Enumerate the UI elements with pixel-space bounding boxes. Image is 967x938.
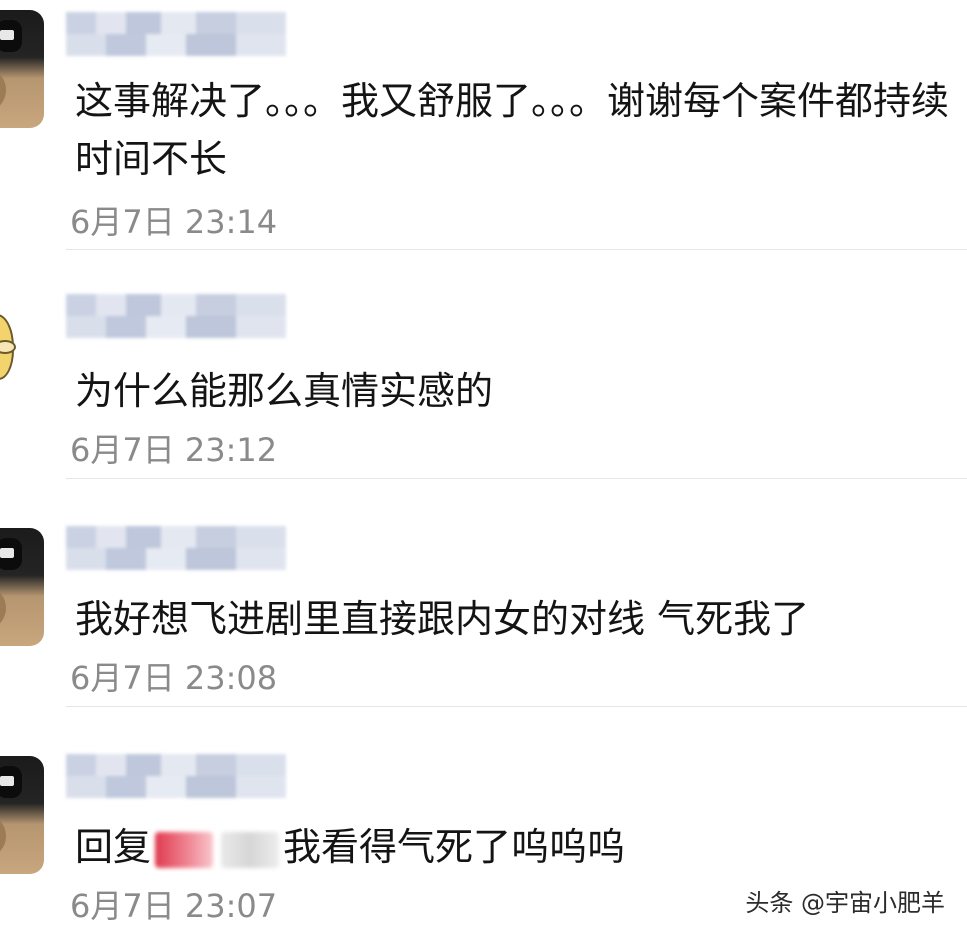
- reply-prefix: 回复: [75, 825, 152, 869]
- comment-text: 为什么能那么真情实感的: [75, 369, 494, 413]
- comment-list: 这事解决了。。。我又舒服了。。。谢谢每个案件都持续时间不长 6月7日 23:14…: [0, 0, 967, 938]
- avatar[interactable]: [0, 528, 44, 646]
- reply-body: 我看得气死了呜呜呜: [283, 825, 626, 869]
- avatar[interactable]: [0, 300, 44, 418]
- comment-item[interactable]: 这事解决了。。。我又舒服了。。。谢谢每个案件都持续时间不长 6月7日 23:14: [0, 0, 967, 250]
- divider: [66, 249, 967, 250]
- redacted-reply-target[interactable]: [221, 831, 280, 868]
- comment-time: 6月7日 23:08: [70, 659, 278, 697]
- comment-item[interactable]: 我好想飞进剧里直接跟内女的对线 气死我了 6月7日 23:08: [0, 510, 967, 710]
- comment-text: 我好想飞进剧里直接跟内女的对线 气死我了: [75, 597, 810, 641]
- username-blurred[interactable]: [66, 526, 286, 570]
- comment-time: 6月7日 23:12: [70, 431, 278, 469]
- avatar[interactable]: [0, 10, 44, 128]
- username-blurred[interactable]: [66, 754, 286, 798]
- comment-time: 6月7日 23:14: [70, 203, 278, 241]
- username-blurred[interactable]: [66, 294, 286, 338]
- divider: [66, 478, 967, 479]
- watermark-text: 头条 @宇宙小肥羊: [745, 889, 945, 917]
- avatar[interactable]: [0, 756, 44, 874]
- comment-time: 6月7日 23:07: [70, 887, 278, 925]
- comment-text: 这事解决了。。。我又舒服了。。。谢谢每个案件都持续时间不长: [75, 79, 950, 181]
- comment-item[interactable]: 为什么能那么真情实感的 6月7日 23:12: [0, 280, 967, 480]
- comment-text: 回复 我看得气死了呜呜呜: [75, 818, 955, 876]
- divider: [66, 706, 967, 707]
- redacted-reply-target[interactable]: [155, 831, 214, 868]
- username-blurred[interactable]: [66, 12, 286, 56]
